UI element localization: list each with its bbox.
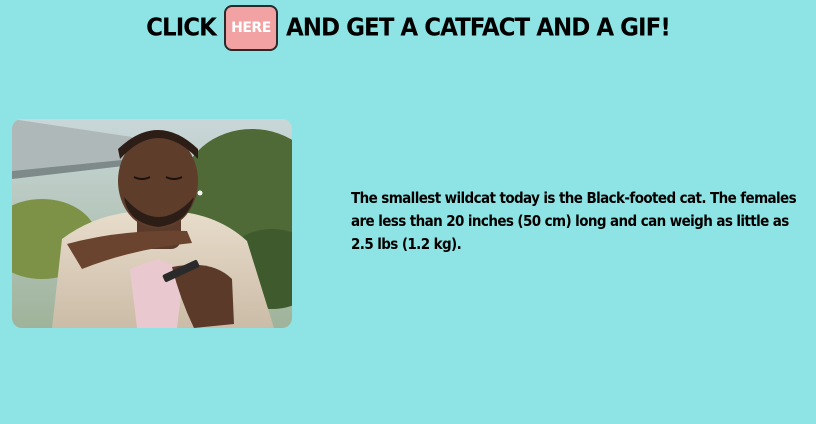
catfact-text: The smallest wildcat today is the Black-…: [351, 189, 797, 253]
header-suffix-text: AND GET A CATFACT AND A GIF!: [285, 13, 671, 43]
cat-gif: [12, 119, 292, 328]
header-prefix-text: CLICK: [146, 13, 217, 43]
here-button[interactable]: HERE: [223, 5, 278, 51]
page-header: CLICK HERE AND GET A CATFACT AND A GIF!: [0, 0, 816, 56]
